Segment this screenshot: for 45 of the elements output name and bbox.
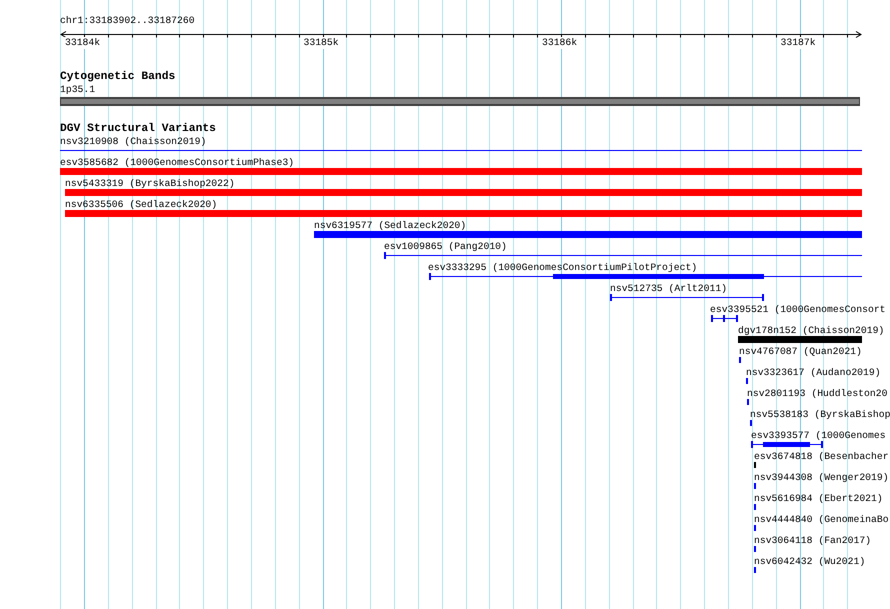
variant-label: nsv5433319 (ByrskaBishop2022): [65, 178, 235, 190]
variant-label: esv3393577 (1000Genomes: [751, 430, 886, 442]
variant-label: nsv3210908 (Chaisson2019): [60, 136, 206, 148]
variant-label: nsv4767087 (Quan2021): [739, 346, 862, 358]
location-label: chr1:33183902..33187260: [60, 14, 195, 28]
variant-label: nsv2801193 (Huddleston20: [747, 388, 888, 400]
variant-label: nsv5616984 (Ebert2021): [754, 493, 883, 505]
variant-mark[interactable]: [754, 504, 756, 511]
variant-label: nsv6319577 (Sedlazeck2020): [314, 220, 466, 232]
variant-bar[interactable]: [610, 294, 764, 301]
tick-label: 33185k: [302, 37, 340, 49]
variant-mark[interactable]: [754, 462, 756, 469]
variant-mark[interactable]: [754, 525, 756, 532]
variant-label: nsv5538183 (ByrskaBishop: [750, 409, 890, 421]
variant-bar[interactable]: [711, 315, 738, 322]
variant-bar[interactable]: [384, 252, 862, 259]
track-title: DGV Structural Variants: [60, 123, 216, 136]
variant-mark[interactable]: [754, 483, 756, 490]
variant-label: esv3333295 (1000GenomesConsortiumPilotProject): [428, 262, 698, 274]
variant-mark[interactable]: [746, 378, 748, 385]
variant-label: nsv3323617 (Audano2019): [746, 367, 881, 379]
variant-bar[interactable]: [60, 147, 862, 154]
variant-mark[interactable]: [747, 399, 749, 406]
variant-label: nsv6042432 (Wu2021): [754, 556, 866, 568]
variant-label: esv3674818 (Besenbacher: [754, 451, 889, 463]
variant-mark[interactable]: [750, 420, 752, 427]
variant-label: dgv178n152 (Chaisson2019): [738, 325, 884, 337]
variant-label: esv1009865 (Pang2010): [384, 241, 507, 253]
variant-label: esv3395521 (1000GenomesConsort: [710, 304, 886, 316]
variant-bar[interactable]: [751, 441, 823, 448]
track-title: Cytogenetic Bands: [60, 71, 176, 84]
variant-bar[interactable]: [429, 273, 862, 280]
tick-label: 33187k: [780, 37, 817, 49]
variant-label: esv3585682 (1000GenomesConsortiumPhase3): [60, 157, 294, 169]
tick-label: 33184k: [64, 37, 102, 49]
variant-label: nsv3944308 (Wenger2019): [754, 472, 889, 484]
variant-mark[interactable]: [754, 567, 756, 574]
variant-label: nsv3064118 (Fan2017): [754, 535, 872, 547]
variant-mark[interactable]: [754, 546, 756, 553]
variant-label: nsv4444840 (GenomeinaBo: [754, 514, 889, 526]
variant-label: nsv6335506 (Sedlazeck2020): [65, 199, 218, 211]
variant-mark[interactable]: [739, 357, 741, 364]
band-label: 1p35.1: [60, 84, 96, 96]
variant-label: nsv512735 (Arlt2011): [610, 283, 728, 295]
tick-label: 33186k: [541, 37, 578, 49]
